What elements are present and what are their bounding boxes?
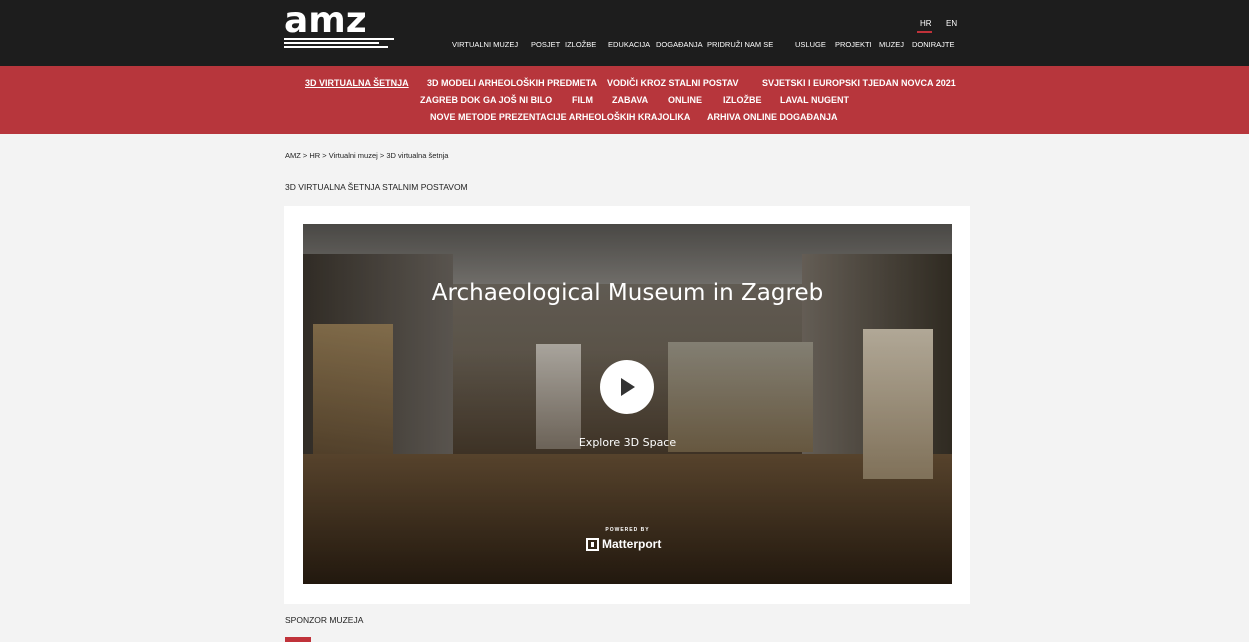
logo-lines — [284, 38, 394, 50]
nav-muzej[interactable]: MUZEJ — [879, 40, 904, 49]
lang-hr-link[interactable]: HR — [920, 19, 932, 28]
nav-projekti[interactable]: PROJEKTI — [835, 40, 872, 49]
subnav-nove-metode[interactable]: NOVE METODE PREZENTACIJE ARHEOLOŠKIH KRA… — [430, 112, 690, 122]
logo-text: amz — [284, 0, 367, 41]
subnav-tjedan-novca[interactable]: SVJETSKI I EUROPSKI TJEDAN NOVCA 2021 — [762, 78, 956, 88]
active-lang-indicator — [917, 31, 932, 33]
nav-usluge[interactable]: USLUGE — [795, 40, 826, 49]
subnav-online[interactable]: ONLINE — [668, 95, 702, 105]
subnav-izlozbe[interactable]: IZLOŽBE — [723, 95, 762, 105]
explore-label: Explore 3D Space — [578, 436, 677, 449]
page-title: 3D VIRTUALNA ŠETNJA STALNIM POSTAVOM — [285, 182, 468, 192]
sub-navigation: 3D VIRTUALNA ŠETNJA 3D MODELI ARHEOLOŠKI… — [0, 66, 1249, 134]
nav-dogadanja[interactable]: DOGAĐANJA — [656, 40, 703, 49]
subnav-film[interactable]: FILM — [572, 95, 593, 105]
subnav-vodici[interactable]: VODIČI KROZ STALNI POSTAV — [607, 78, 739, 88]
subnav-3d-modeli[interactable]: 3D MODELI ARHEOLOŠKIH PREDMETA — [427, 78, 597, 88]
play-button[interactable] — [600, 360, 654, 414]
nav-posjet[interactable]: POSJET — [531, 40, 560, 49]
top-header: amz HR EN VIRTUALNI MUZEJ POSJET IZLOŽBE… — [0, 0, 1249, 66]
nav-edukacija[interactable]: EDUKACIJA — [608, 40, 650, 49]
matterport-viewer[interactable]: Archaeological Museum in Zagreb Explore … — [303, 224, 952, 584]
powered-by-label: POWERED BY — [605, 527, 650, 533]
matterport-logo-icon — [586, 538, 599, 551]
nav-pridruzi-nam-se[interactable]: PRIDRUŽI NAM SE — [707, 40, 773, 49]
nav-izlozbe[interactable]: IZLOŽBE — [565, 40, 596, 49]
subnav-arhiva[interactable]: ARHIVA ONLINE DOGAĐANJA — [707, 112, 838, 122]
nav-donirajte[interactable]: DONIRAJTE — [912, 40, 955, 49]
subnav-laval-nugent[interactable]: LAVAL NUGENT — [780, 95, 849, 105]
amz-logo[interactable]: amz — [284, 0, 394, 50]
nav-virtualni-muzej[interactable]: VIRTUALNI MUZEJ — [452, 40, 518, 49]
subnav-zabava[interactable]: ZABAVA — [612, 95, 648, 105]
matterport-brand-text: Matterport — [602, 537, 662, 551]
sponsor-heading: SPONZOR MUZEJA — [285, 615, 364, 625]
sponsor-logo-strip — [285, 637, 311, 642]
lang-en-link[interactable]: EN — [946, 19, 957, 28]
play-icon — [621, 378, 635, 396]
subnav-3d-virtualna-setnja[interactable]: 3D VIRTUALNA ŠETNJA — [305, 78, 409, 88]
viewer-title: Archaeological Museum in Zagreb — [431, 280, 824, 306]
breadcrumb[interactable]: AMZ > HR > Virtualni muzej > 3D virtualn… — [285, 151, 448, 160]
subnav-zagreb-dok[interactable]: ZAGREB DOK GA JOŠ NI BILO — [420, 95, 552, 105]
